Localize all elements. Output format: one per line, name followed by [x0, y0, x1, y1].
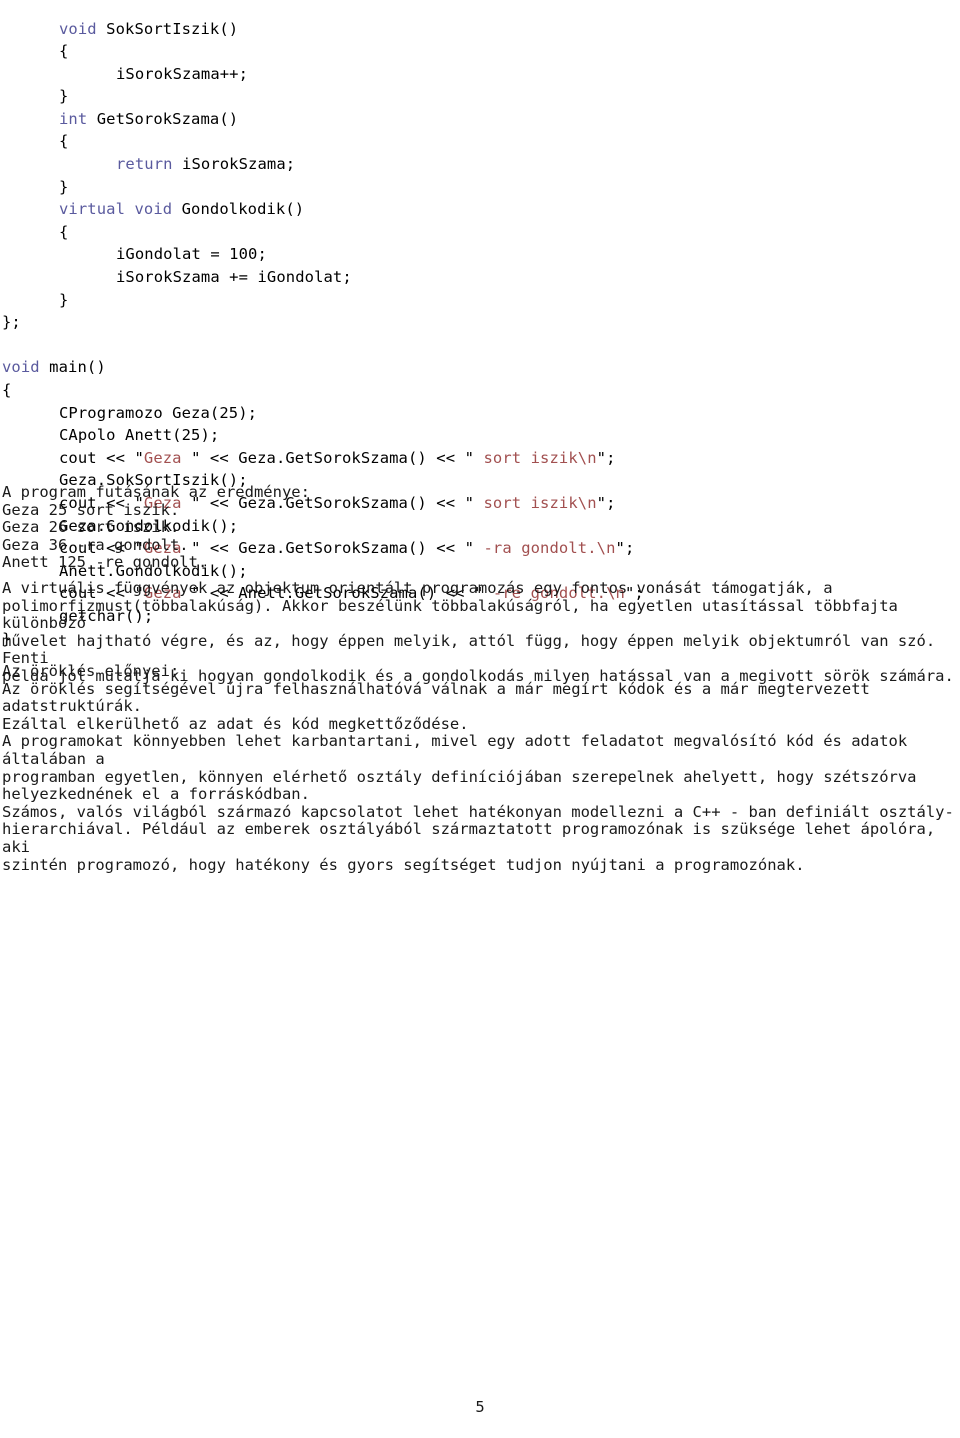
output-line: Geza 26 sort iszik. — [2, 518, 180, 537]
output-line: Geza 36 -ra gondolt. — [2, 535, 189, 554]
code-line: } — [2, 176, 958, 199]
output-line: Anett 125 -re gondolt. — [2, 553, 208, 572]
prose-line: A virtuális függvények az objektum orien… — [2, 579, 833, 597]
prose-line: Az öröklés segítségével újra felhasználh… — [2, 679, 880, 716]
code-token-pl: iSorokSzama; — [172, 155, 296, 174]
code-line: CProgramozo Geza(25); — [2, 402, 958, 425]
prose-line: Számos, valós világból származó kapcsola… — [2, 802, 954, 821]
code-token-pl: { — [2, 381, 12, 399]
code-token-pl: iSorokSzama++; — [116, 64, 249, 83]
code-token-pl: iGondolat = 100; — [116, 245, 267, 264]
code-token-pl: } — [59, 290, 69, 309]
code-line: }; — [2, 311, 958, 334]
code-token-pl: SokSortIszik() — [96, 19, 239, 38]
code-line: iSorokSzama++; — [2, 63, 958, 86]
page-number: 5 — [475, 1398, 485, 1416]
code-token-kw: return — [116, 155, 173, 174]
code-token-pl: } — [59, 177, 69, 196]
code-token-str: sort iszik\n — [474, 448, 597, 467]
code-token-kw: void — [2, 358, 40, 377]
code-line: cout << "Geza " << Geza.GetSorokSzama() … — [2, 447, 958, 470]
prose-line: szintén programozó, hogy hatékony és gyo… — [2, 855, 805, 874]
prose-line: programban egyetlen, könnyen elérhető os… — [2, 767, 917, 786]
code-token-pl: } — [59, 87, 69, 106]
program-output-block: A program futásának az eredménye: Geza 25… — [2, 483, 958, 572]
output-line: Geza 25 sort iszik. — [2, 500, 180, 519]
code-line: { — [2, 130, 958, 153]
code-token-pl: { — [59, 42, 69, 61]
document-page: void SokSortIszik() { iSorokSzama++; } i… — [0, 0, 960, 1438]
code-token-kw: void — [59, 19, 97, 38]
code-line: } — [2, 289, 958, 312]
code-line: int GetSorokSzama() — [2, 108, 958, 131]
code-line: iSorokSzama += iGondolat; — [2, 266, 958, 289]
code-line: return iSorokSzama; — [2, 153, 958, 176]
prose-line: A programokat könnyebben lehet karbantar… — [2, 732, 917, 768]
code-line: iGondolat = 100; — [2, 243, 958, 266]
code-token-pl: cout << " — [59, 448, 144, 467]
prose-line: polimorfizmust(többalakúság). Akkor besz… — [2, 596, 908, 633]
code-token-pl: GetSorokSzama() — [87, 109, 239, 128]
code-token-pl: iSorokSzama += iGondolat; — [116, 268, 352, 287]
code-token-pl: CProgramozo Geza(25); — [59, 403, 258, 422]
code-line: void SokSortIszik() — [2, 18, 958, 41]
output-line: A program futásának az eredménye: — [2, 483, 310, 501]
code-line: void main() — [2, 356, 958, 379]
code-line: } — [2, 85, 958, 108]
code-line: CApolo Anett(25); — [2, 424, 958, 447]
code-token-pl: { — [59, 222, 69, 241]
code-token-str: Geza — [143, 448, 192, 467]
code-line: { — [2, 379, 958, 402]
code-token-pl: main() — [39, 358, 106, 377]
prose-line: Ezáltal elkerülhető az adat és kód megke… — [2, 714, 469, 733]
code-token-pl: "; — [596, 448, 616, 467]
code-line: { — [2, 221, 958, 244]
prose-line: Az öröklés előnyei: — [2, 662, 180, 680]
code-line: virtual void Gondolkodik() — [2, 198, 958, 221]
code-token-pl: { — [59, 132, 69, 151]
prose-line: hierarchiával. Például az emberek osztál… — [2, 820, 945, 856]
code-token-kw: virtual void — [59, 200, 173, 219]
code-line: { — [2, 40, 958, 63]
code-token-pl: CApolo Anett(25); — [59, 426, 220, 445]
prose-line: helyezkednének el a forráskódban. — [2, 785, 310, 804]
code-token-pl: }; — [2, 313, 21, 332]
paragraph-inheritance-benefits: Az öröklés előnyei: Az öröklés segítségév… — [2, 662, 958, 874]
code-token-pl: Gondolkodik() — [172, 200, 305, 219]
code-token-kw: int — [59, 109, 88, 128]
code-token-pl: " << Geza.GetSorokSzama() << " — [191, 448, 475, 467]
